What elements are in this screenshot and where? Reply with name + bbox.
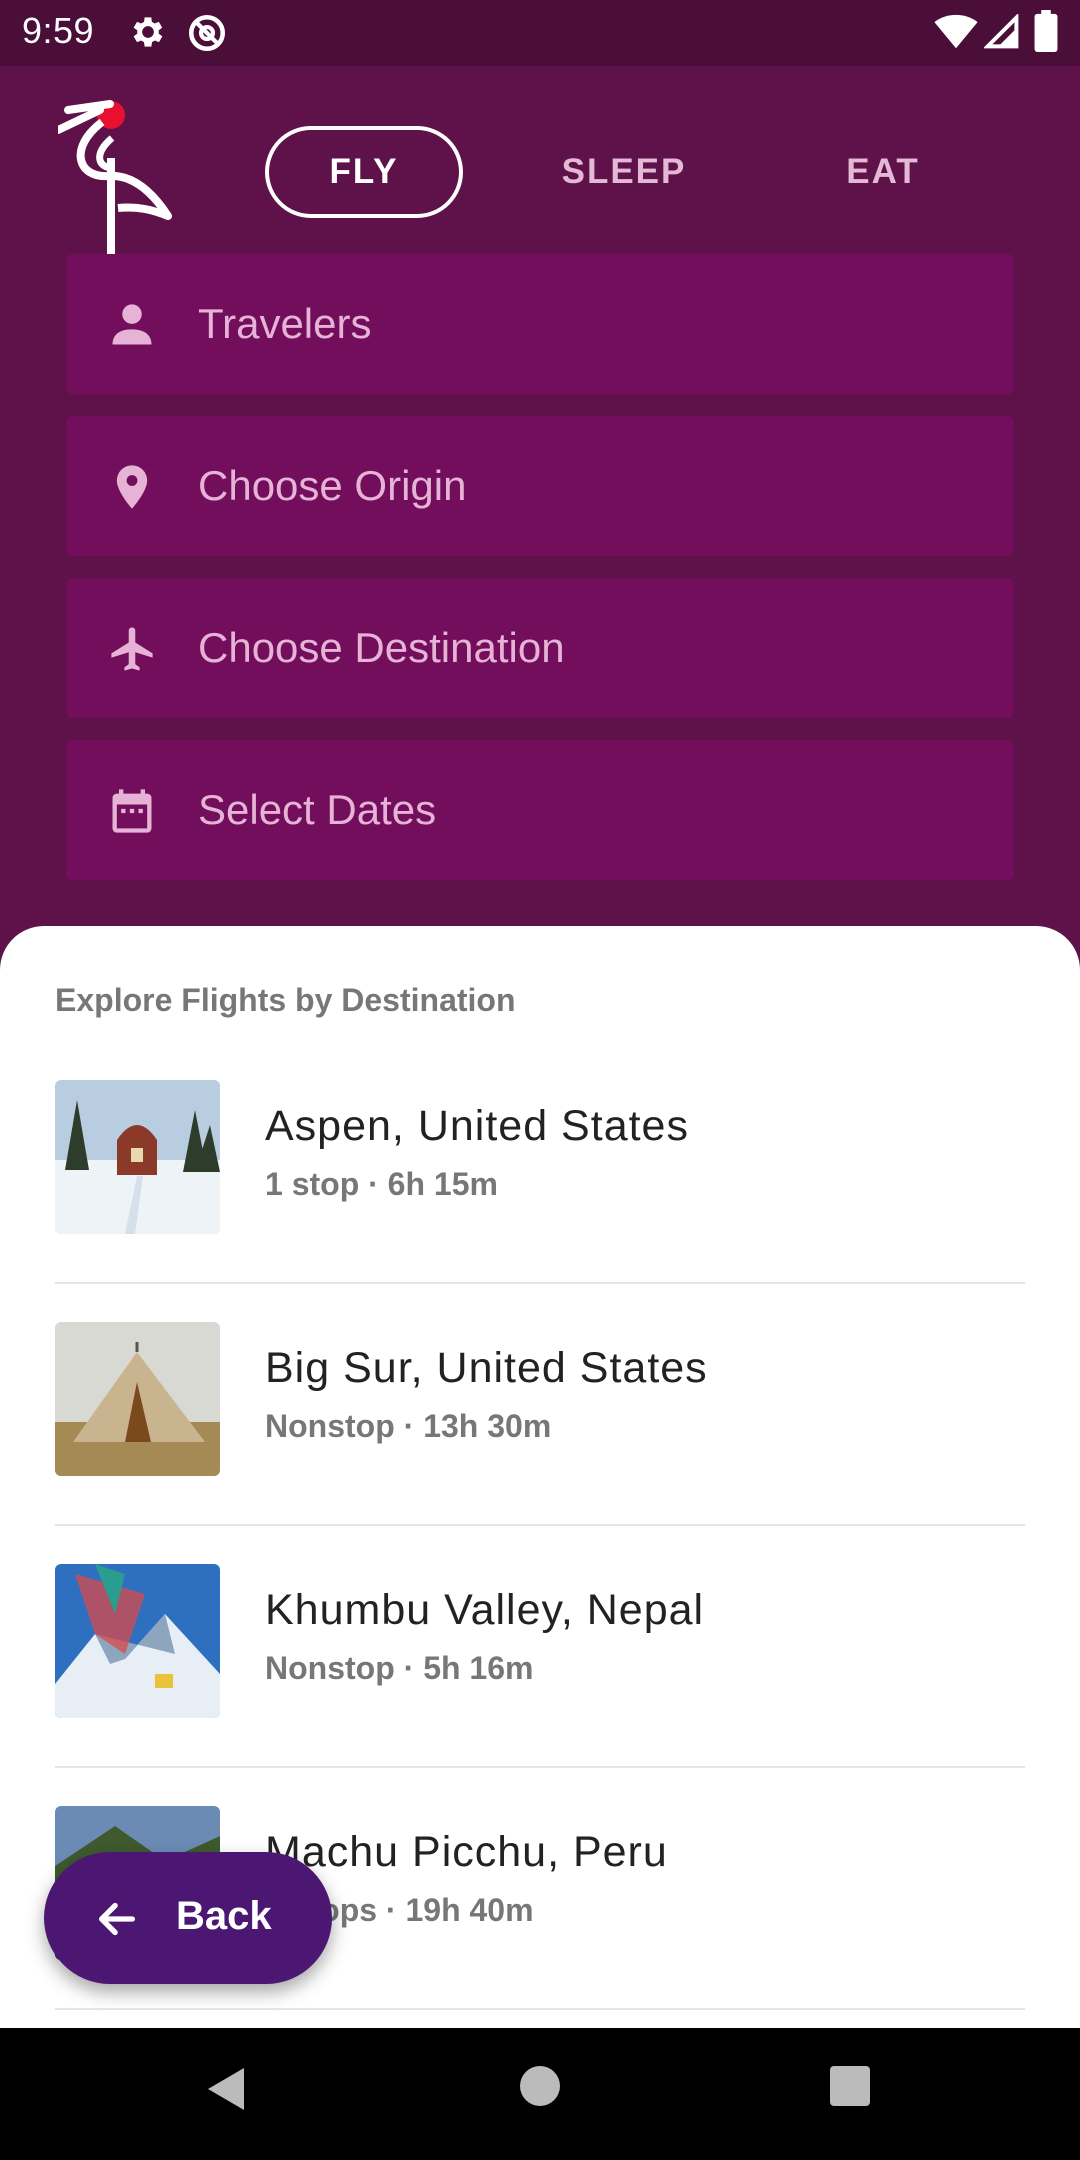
destination-row-aspen[interactable]: Aspen, United States 1 stop · 6h 15m (55, 1042, 1025, 1284)
recents-square-icon[interactable] (828, 2064, 872, 2113)
aspen-thumbnail (55, 1080, 220, 1234)
explore-title: Explore Flights by Destination (55, 982, 516, 1018)
wifi-icon (934, 14, 978, 55)
settings-icon (128, 12, 168, 57)
destination-row-big-sur[interactable]: Big Sur, United States Nonstop · 13h 30m (55, 1284, 1025, 1526)
back-button[interactable]: Back (44, 1852, 332, 1984)
origin-field[interactable]: Choose Origin (66, 416, 1014, 556)
destination-subtitle: Nonstop · 5h 16m (265, 1650, 534, 1686)
origin-placeholder: Choose Origin (198, 462, 467, 509)
back-button-label: Back (176, 1894, 272, 1938)
khumbu-thumbnail (55, 1564, 220, 1718)
back-triangle-icon[interactable] (204, 2064, 248, 2119)
destination-title: Big Sur, United States (265, 1344, 708, 1392)
location-pin-icon (106, 461, 158, 513)
tab-eat[interactable]: EAT (784, 126, 982, 218)
destination-field[interactable]: Choose Destination (66, 578, 1014, 718)
destination-subtitle: 1 stop · 6h 15m (265, 1166, 498, 1202)
destination-placeholder: Choose Destination (198, 624, 565, 671)
travelers-placeholder: Travelers (198, 300, 372, 347)
travelers-field[interactable]: Travelers (66, 254, 1014, 394)
destination-title: Khumbu Valley, Nepal (265, 1586, 705, 1634)
big-sur-thumbnail (55, 1322, 220, 1476)
at-sign-icon (186, 12, 228, 59)
calendar-icon (106, 785, 158, 837)
tab-fly[interactable]: FLY (265, 126, 463, 218)
destination-subtitle: Nonstop · 13h 30m (265, 1408, 552, 1444)
system-nav-bar (0, 2028, 1080, 2160)
destination-row-khumbu[interactable]: Khumbu Valley, Nepal Nonstop · 5h 16m (55, 1526, 1025, 1768)
signal-icon (982, 12, 1020, 55)
dates-field[interactable]: Select Dates (66, 740, 1014, 880)
crane-logo (54, 98, 178, 258)
airplane-icon (106, 623, 158, 675)
status-bar: 9:59 (0, 0, 1080, 66)
header: FLY SLEEP EAT (0, 66, 1080, 256)
battery-icon (1034, 10, 1058, 57)
tab-sleep[interactable]: SLEEP (525, 126, 723, 218)
home-circle-icon[interactable] (518, 2064, 562, 2113)
app-screen: 9:59 FLY SLEEP EAT Travelers Choose Orig… (0, 0, 1080, 2160)
destination-title: Aspen, United States (265, 1102, 689, 1150)
dates-placeholder: Select Dates (198, 786, 437, 833)
destination-title: Machu Picchu, Peru (265, 1828, 668, 1876)
person-icon (106, 299, 158, 351)
status-time: 9:59 (22, 10, 95, 51)
